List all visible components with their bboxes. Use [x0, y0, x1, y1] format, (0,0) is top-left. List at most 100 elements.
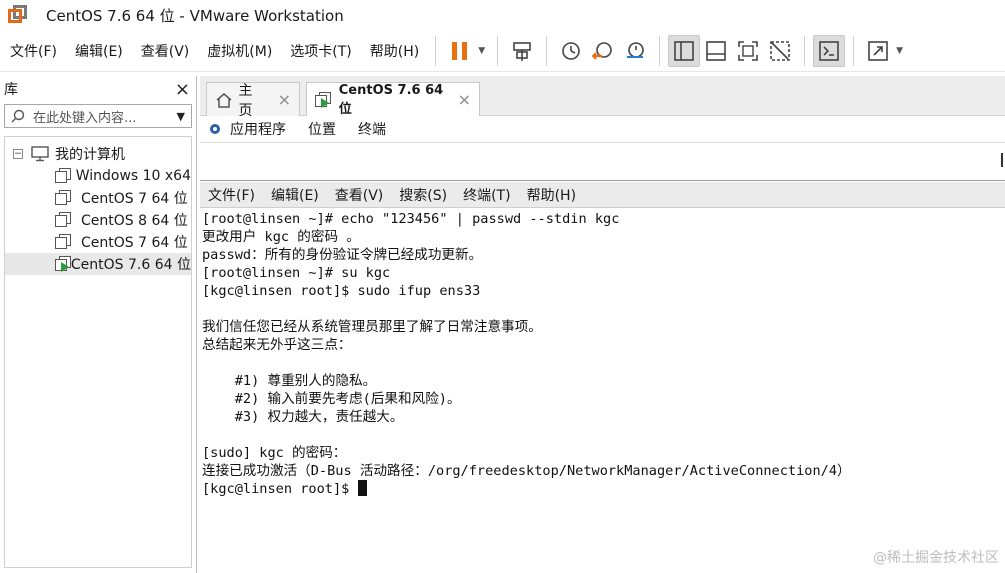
revert-snapshot-icon: [592, 41, 612, 60]
tab-label: CentOS 7.6 64 位: [338, 82, 444, 117]
send-keys-icon: [513, 41, 531, 61]
close-tab-icon[interactable]: ×: [278, 90, 291, 109]
toolbar-separator: [435, 35, 437, 66]
terminal-line: 连接已成功激活（D-Bus 活动路径：/org/freedesktop/Netw…: [202, 463, 851, 479]
menu-help[interactable]: 帮助(H): [360, 41, 427, 61]
guest-places-menu[interactable]: 位置: [308, 119, 336, 139]
terminal-line: 更改用户 kgc 的密码 。: [202, 229, 360, 245]
console-icon: [819, 40, 839, 61]
console-view-button[interactable]: [813, 34, 846, 67]
library-header: 库 ×: [0, 76, 196, 102]
terminal-menu-edit[interactable]: 编辑(E): [271, 185, 319, 205]
revert-snapshot-button[interactable]: [587, 35, 619, 67]
unity-icon: [770, 40, 790, 61]
tab-vm[interactable]: CentOS 7.6 64 位 ×: [306, 82, 480, 117]
vm-icon: [55, 190, 73, 206]
tree-item-vm[interactable]: CentOS 7 64 位: [5, 231, 191, 253]
pause-dropdown-caret[interactable]: ▼: [478, 46, 485, 56]
library-panel: 库 × 在此处键入内容... ▼ − 我的计算机 Windows 10 x64 …: [0, 76, 197, 573]
vm-icon: [55, 168, 71, 184]
guest-applications-menu[interactable]: 应用程序: [208, 119, 286, 139]
tree-item-vm[interactable]: Windows 10 x64: [5, 165, 191, 187]
full-screen-button[interactable]: [732, 35, 764, 67]
stretch-dropdown-caret[interactable]: ▼: [896, 46, 903, 56]
terminal-line: 总结起来无外乎这三点：: [202, 337, 352, 353]
toolbar-separator: [497, 35, 499, 66]
tree-item-vm[interactable]: CentOS 8 64 位: [5, 209, 191, 231]
terminal-menu-help[interactable]: 帮助(H): [527, 185, 576, 205]
library-tree: − 我的计算机 Windows 10 x64 CentOS 7 64 位 Cen…: [4, 136, 192, 568]
thumbnail-bar-button[interactable]: [700, 35, 732, 67]
menu-edit[interactable]: 编辑(E): [65, 41, 131, 61]
menu-bar: 文件(F) 编辑(E) 查看(V) 虚拟机(M) 选项卡(T) 帮助(H) ▼ …: [0, 30, 1005, 72]
tree-item-vm[interactable]: CentOS 7 64 位: [5, 187, 191, 209]
menu-vm[interactable]: 虚拟机(M): [197, 41, 280, 61]
snapshot-manager-button[interactable]: [619, 35, 651, 67]
tree-item-label: CentOS 7 64 位: [81, 235, 188, 251]
menu-file[interactable]: 文件(F): [0, 41, 65, 61]
terminal-line: #1) 尊重别人的隐私。: [202, 373, 377, 389]
window-title: CentOS 7.6 64 位 - VMware Workstation: [46, 6, 344, 25]
guest-terminal-menu[interactable]: 终端: [358, 119, 386, 139]
toolbar-separator: [853, 35, 855, 66]
tree-item-vm-running[interactable]: CentOS 7.6 64 位: [5, 253, 191, 275]
menu-tabs[interactable]: 选项卡(T): [280, 41, 359, 61]
toolbar-separator: [659, 35, 661, 66]
home-icon: [216, 92, 232, 108]
guest-desktop-strip: [200, 143, 1005, 181]
terminal-menu-view[interactable]: 查看(V): [335, 185, 384, 205]
tree-item-label: CentOS 7 64 位: [81, 191, 188, 207]
library-close-icon[interactable]: ×: [175, 79, 190, 100]
terminal-line: passwd：所有的身份验证令牌已经成功更新。: [202, 247, 483, 263]
guest-scroll-marker: [1001, 153, 1003, 167]
computer-icon: [31, 146, 49, 162]
terminal-line: [kgc@linsen root]$ sudo ifup ens33: [202, 283, 481, 299]
tree-item-my-computer[interactable]: − 我的计算机: [5, 143, 191, 165]
guest-menu-label: 应用程序: [230, 122, 286, 138]
collapse-toggle-icon[interactable]: −: [13, 149, 23, 159]
library-search-placeholder: 在此处键入内容...: [33, 110, 137, 126]
terminal-output[interactable]: [root@linsen ~]# echo "123456" | passwd …: [200, 208, 1005, 573]
library-search-input[interactable]: 在此处键入内容... ▼: [4, 104, 192, 128]
stretch-guest-button[interactable]: [862, 35, 894, 67]
library-title: 库: [4, 82, 18, 98]
pause-icon: [452, 41, 468, 60]
terminal-prompt-line: [kgc@linsen root]$: [202, 480, 1005, 498]
menu-view[interactable]: 查看(V): [131, 41, 198, 61]
stretch-icon: [868, 40, 888, 61]
vm-icon: [55, 212, 73, 228]
tree-item-label: Windows 10 x64: [75, 168, 191, 184]
gnome-foot-icon: [210, 124, 220, 134]
tab-home[interactable]: 主页 ×: [206, 82, 300, 119]
terminal-line: 我们信任您已经从系统管理员那里了解了日常注意事项。: [202, 319, 542, 335]
library-view-icon: [674, 40, 694, 61]
toolbar-separator: [546, 35, 548, 66]
snapshot-manager-icon: [627, 41, 644, 58]
vm-icon: [55, 234, 73, 250]
tab-label: 主页: [238, 82, 253, 119]
unity-button[interactable]: [764, 35, 796, 67]
vm-running-icon: [315, 91, 331, 108]
guest-top-bar: 应用程序 位置 终端: [200, 116, 1005, 143]
tab-bar: 主页 × CentOS 7.6 64 位 ×: [200, 76, 1005, 119]
chevron-down-icon[interactable]: ▼: [177, 110, 185, 123]
search-icon: [11, 109, 25, 123]
terminal-menu-terminal[interactable]: 终端(T): [463, 185, 510, 205]
terminal-line: [root@linsen ~]# echo "123456" | passwd …: [202, 211, 620, 227]
show-library-button[interactable]: [668, 34, 701, 67]
take-snapshot-button[interactable]: [555, 35, 587, 67]
terminal-prompt: [kgc@linsen root]$: [202, 481, 358, 497]
terminal-cursor: [357, 480, 367, 496]
pause-button[interactable]: [444, 35, 476, 67]
watermark: @稀土掘金技术社区: [873, 550, 999, 566]
terminal-menu-file[interactable]: 文件(F): [208, 185, 255, 205]
send-ctrl-alt-del-button[interactable]: [506, 35, 538, 67]
close-tab-icon[interactable]: ×: [458, 90, 471, 109]
terminal-menu-search[interactable]: 搜索(S): [399, 185, 447, 205]
vm-running-icon: [55, 256, 71, 272]
terminal-line: #2) 输入前要先考虑(后果和风险)。: [202, 391, 461, 407]
terminal-line: #3) 权力越大，责任越大。: [202, 409, 404, 425]
